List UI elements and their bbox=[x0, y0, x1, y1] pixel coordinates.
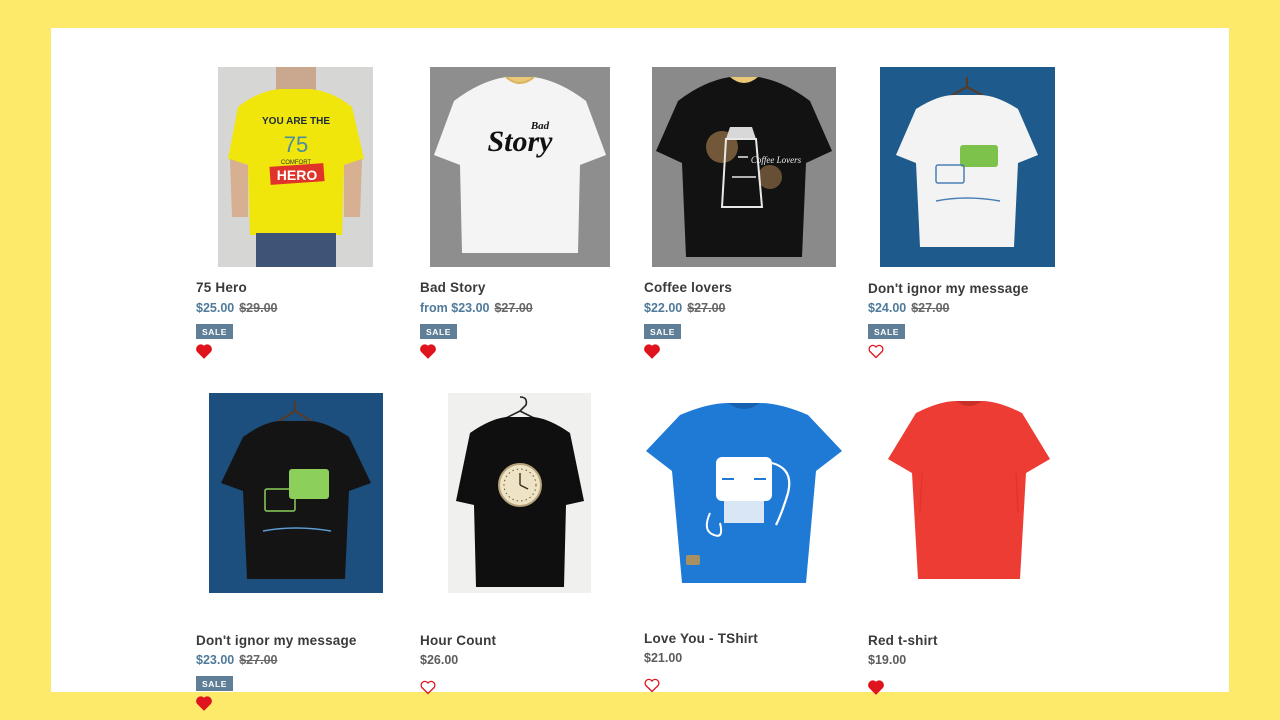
wishlist-heart-icon[interactable] bbox=[868, 680, 884, 695]
wishlist-heart-icon[interactable] bbox=[196, 696, 212, 711]
wishlist-heart-icon[interactable] bbox=[644, 344, 660, 359]
sale-badge: SALE bbox=[196, 676, 234, 691]
product-title[interactable]: Love You - TShirt bbox=[644, 631, 758, 646]
product-card[interactable]: Love You - TShirt $21.00 bbox=[644, 393, 844, 693]
product-title[interactable]: Bad Story bbox=[420, 280, 486, 295]
product-card[interactable]: Hour Count $26.00 bbox=[420, 393, 620, 695]
compare-price: $27.00 bbox=[494, 301, 533, 315]
wishlist-heart-icon[interactable] bbox=[196, 344, 212, 359]
product-title[interactable]: Don't ignor my message bbox=[196, 633, 357, 648]
product-image-red-tshirt[interactable] bbox=[884, 393, 1054, 589]
wishlist-heart-outline-icon[interactable] bbox=[644, 678, 660, 693]
product-title[interactable]: Coffee lovers bbox=[644, 280, 732, 295]
coffee-text: Coffee Lovers bbox=[751, 155, 802, 165]
product-image-75-hero[interactable]: YOU ARE THE 75 COMFORT HERO bbox=[218, 67, 373, 267]
product-card[interactable]: YOU ARE THE 75 COMFORT HERO 75 Hero $25.… bbox=[196, 67, 396, 367]
product-price: $24.00 $27.00 bbox=[868, 301, 949, 315]
product-image-dont-ignor-black[interactable] bbox=[209, 393, 383, 593]
regular-price: $26.00 bbox=[420, 653, 459, 667]
product-price: $26.00 bbox=[420, 653, 458, 667]
regular-price: $21.00 bbox=[644, 651, 683, 665]
sale-badge: SALE bbox=[420, 324, 458, 339]
compare-price: $29.00 bbox=[239, 301, 278, 315]
wishlist-heart-outline-icon[interactable] bbox=[868, 344, 884, 359]
sale-badge: SALE bbox=[196, 324, 234, 339]
badstory-big: Story bbox=[487, 125, 553, 158]
compare-price: $27.00 bbox=[239, 653, 278, 667]
sale-badge: SALE bbox=[868, 324, 906, 339]
product-title[interactable]: Red t-shirt bbox=[868, 633, 938, 648]
product-card[interactable]: Don't ignor my message $24.00 $27.00 SALE bbox=[868, 67, 1068, 367]
product-price: $19.00 bbox=[868, 653, 906, 667]
sale-price: $22.00 bbox=[644, 301, 683, 315]
product-image-love-you[interactable] bbox=[644, 393, 844, 589]
product-title[interactable]: 75 Hero bbox=[196, 280, 247, 295]
product-image-dont-ignor-white[interactable] bbox=[880, 67, 1055, 267]
product-price: $21.00 bbox=[644, 651, 682, 665]
hero-number: 75 bbox=[284, 132, 308, 157]
product-image-bad-story[interactable]: Bad Story bbox=[430, 67, 610, 267]
wishlist-heart-outline-icon[interactable] bbox=[420, 680, 436, 695]
product-card[interactable]: Don't ignor my message $23.00 $27.00 SALE bbox=[196, 393, 396, 711]
product-price: $23.00 $27.00 bbox=[196, 653, 277, 667]
hero-line1: YOU ARE THE bbox=[262, 116, 330, 127]
product-card[interactable]: Red t-shirt $19.00 bbox=[868, 393, 1068, 695]
compare-price: $27.00 bbox=[687, 301, 726, 315]
product-image-hour-count[interactable] bbox=[448, 393, 591, 593]
sale-price: $24.00 bbox=[868, 301, 907, 315]
sale-price: $25.00 bbox=[196, 301, 235, 315]
wishlist-heart-icon[interactable] bbox=[420, 344, 436, 359]
product-price: from $23.00 $27.00 bbox=[420, 301, 533, 315]
sale-price: from $23.00 bbox=[420, 301, 490, 315]
hero-word: HERO bbox=[277, 167, 318, 183]
product-grid-panel: YOU ARE THE 75 COMFORT HERO 75 Hero $25.… bbox=[51, 28, 1229, 711]
product-title[interactable]: Hour Count bbox=[420, 633, 496, 648]
product-image-coffee-lovers[interactable]: Coffee Lovers bbox=[652, 67, 836, 267]
compare-price: $27.00 bbox=[911, 301, 950, 315]
sale-badge: SALE bbox=[644, 324, 682, 339]
regular-price: $19.00 bbox=[868, 653, 907, 667]
product-price: $22.00 $27.00 bbox=[644, 301, 725, 315]
product-card[interactable]: Bad Story Bad Story from $23.00 $27.00 SA… bbox=[420, 67, 620, 367]
sale-price: $23.00 bbox=[196, 653, 235, 667]
product-card[interactable]: Coffee Lovers Coffee lovers $22.00 $27.00… bbox=[644, 67, 844, 367]
product-title[interactable]: Don't ignor my message bbox=[868, 281, 1029, 296]
product-price: $25.00 $29.00 bbox=[196, 301, 277, 315]
